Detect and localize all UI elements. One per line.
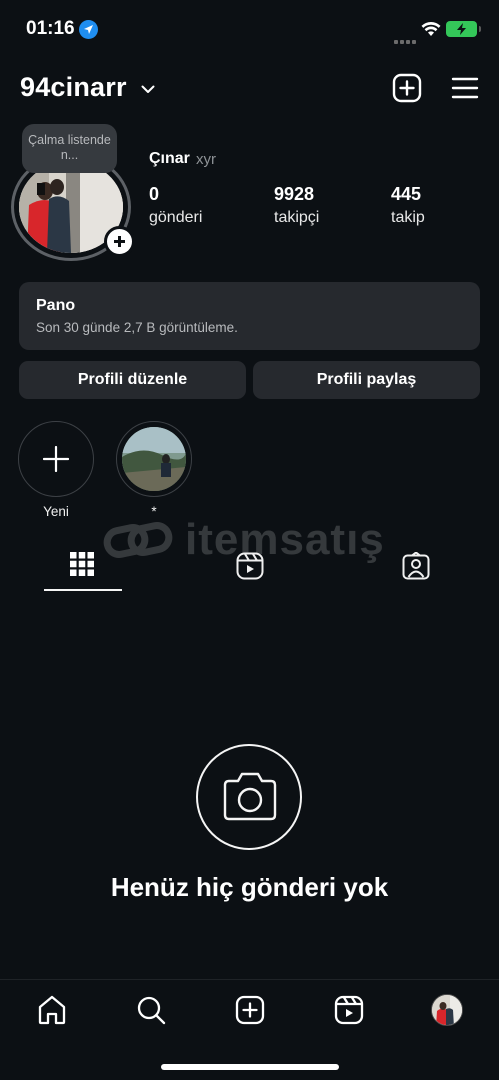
highlight-item-label: * <box>151 504 157 519</box>
stat-following-label: takip <box>391 209 425 226</box>
create-icon[interactable] <box>234 994 266 1026</box>
profile-header: 94cinarr <box>0 68 499 110</box>
tab-posts-grid[interactable] <box>44 546 122 586</box>
tab-reels[interactable] <box>210 546 288 586</box>
battery-charging-icon <box>446 21 481 37</box>
share-profile-button[interactable]: Profili paylaş <box>253 361 480 399</box>
highlight-new-label: Yeni <box>43 504 69 519</box>
status-bar: 01:16 <box>0 0 499 60</box>
stat-posts[interactable]: 0 gönderi <box>149 184 202 227</box>
note-bubble[interactable]: Çalma listende n... <box>22 124 117 173</box>
stat-following-value: 445 <box>391 184 422 204</box>
active-tab-indicator <box>44 589 122 591</box>
signal-dots-icon <box>394 31 418 44</box>
reels-icon <box>236 552 264 580</box>
empty-state-text: Henüz hiç gönderi yok <box>110 872 389 902</box>
camera-icon <box>223 772 277 821</box>
pronouns: xyr <box>196 151 216 168</box>
edit-profile-button[interactable]: Profili düzenle <box>19 361 246 399</box>
home-icon[interactable] <box>36 994 68 1026</box>
stat-followers-value: 9928 <box>274 184 315 204</box>
location-icon <box>79 20 98 39</box>
stat-posts-value: 0 <box>149 184 160 204</box>
highlight-new[interactable]: Yeni <box>17 421 95 519</box>
reels-nav-icon[interactable] <box>333 994 365 1026</box>
add-story-plus-icon[interactable] <box>104 226 135 257</box>
menu-icon[interactable] <box>451 75 479 101</box>
dashboard-subtitle: Son 30 günde 2,7 B görüntüleme. <box>36 320 238 335</box>
plus-icon <box>43 446 69 472</box>
stat-posts-label: gönderi <box>149 209 203 226</box>
professional-dashboard[interactable]: Pano Son 30 günde 2,7 B görüntüleme. <box>19 282 480 350</box>
stat-following[interactable]: 445 takip <box>391 184 425 227</box>
stat-followers[interactable]: 9928 takipçi <box>274 184 319 227</box>
dashboard-title: Pano <box>36 297 76 314</box>
search-icon[interactable] <box>135 994 167 1026</box>
full-name: Çınar <box>149 150 190 167</box>
stat-followers-label: takipçi <box>274 209 320 226</box>
tagged-icon <box>402 552 430 580</box>
add-post-icon[interactable] <box>392 73 422 103</box>
tab-tagged[interactable] <box>376 546 454 586</box>
profile-avatar-nav[interactable] <box>431 994 463 1026</box>
highlight-item[interactable]: * <box>115 421 193 519</box>
chevron-down-icon[interactable] <box>141 81 155 99</box>
wifi-icon <box>421 21 441 42</box>
home-indicator <box>161 1064 339 1070</box>
status-time: 01:16 <box>26 18 75 39</box>
username-switcher[interactable]: 94cinarr <box>20 72 127 103</box>
empty-state-camera <box>196 744 302 850</box>
grid-icon <box>70 552 94 576</box>
highlight-item-circle <box>116 421 192 497</box>
highlight-thumbnail <box>122 427 186 491</box>
highlight-new-circle <box>18 421 94 497</box>
